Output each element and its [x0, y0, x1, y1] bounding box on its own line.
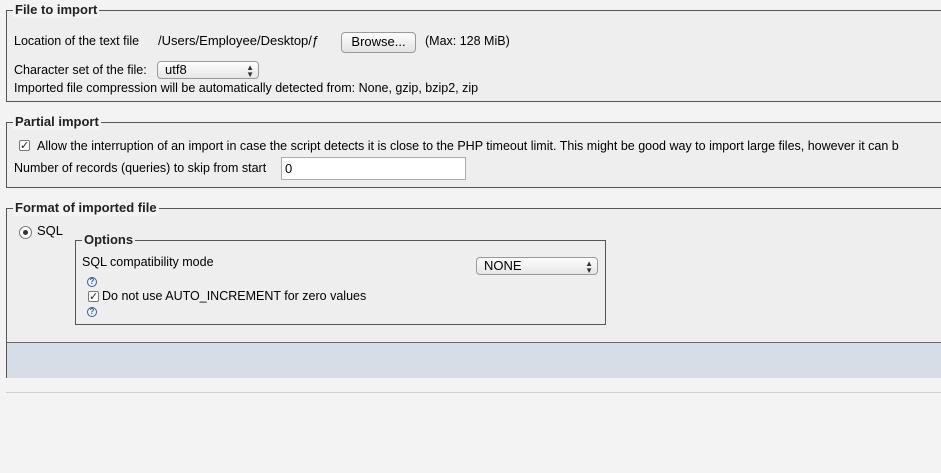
file-to-import-fieldset: File to import Location of the text file…: [6, 2, 941, 102]
sql-radio[interactable]: [19, 226, 32, 239]
select-arrows-icon: ▲ ▼: [585, 259, 593, 275]
format-legend: Format of imported file: [13, 200, 159, 216]
options-fieldset: Options SQL compatibility mode NONE ▲ ▼ ?…: [75, 232, 606, 325]
file-to-import-legend: File to import: [13, 2, 100, 18]
location-label: Location of the text file: [14, 34, 140, 48]
charset-label: Character set of the file:: [14, 63, 147, 77]
compat-mode-label: SQL compatibility mode: [82, 255, 214, 269]
checkmark-icon: ✓: [20, 140, 30, 152]
format-footer-bar: [7, 342, 941, 378]
allow-interrupt-label: Allow the interruption of an import in c…: [37, 139, 899, 153]
select-arrows-icon: ▲ ▼: [246, 63, 254, 79]
radio-selected-dot-icon: [23, 230, 28, 235]
partial-import-legend: Partial import: [13, 114, 101, 130]
divider: [6, 392, 941, 393]
file-path-input[interactable]: /Users/Employee/Desktop/ƒ: [155, 32, 345, 53]
no-auto-increment-checkbox[interactable]: ✓: [88, 291, 99, 303]
max-size-label: (Max: 128 MiB): [425, 34, 510, 48]
browse-button[interactable]: Browse...: [341, 32, 416, 53]
skip-records-label: Number of records (queries) to skip from…: [14, 161, 267, 175]
charset-select-value: utf8: [165, 62, 187, 77]
charset-select[interactable]: utf8 ▲ ▼: [157, 61, 259, 79]
help-icon[interactable]: ?: [87, 277, 97, 287]
partial-import-fieldset: Partial import ✓ Allow the interruption …: [6, 114, 941, 188]
checkmark-icon: ✓: [89, 291, 99, 303]
format-fieldset: Format of imported file SQL Options SQL …: [6, 200, 941, 378]
allow-interrupt-checkbox[interactable]: ✓: [19, 140, 30, 152]
sql-label: SQL: [37, 223, 64, 238]
compat-mode-value: NONE: [484, 258, 522, 273]
options-legend: Options: [82, 232, 136, 248]
compression-note: Imported file compression will be automa…: [14, 81, 479, 95]
skip-records-input[interactable]: 0: [281, 157, 466, 180]
compat-mode-select[interactable]: NONE ▲ ▼: [476, 257, 598, 275]
help-icon[interactable]: ?: [87, 307, 97, 317]
no-auto-increment-label: Do not use AUTO_INCREMENT for zero value…: [102, 289, 367, 303]
